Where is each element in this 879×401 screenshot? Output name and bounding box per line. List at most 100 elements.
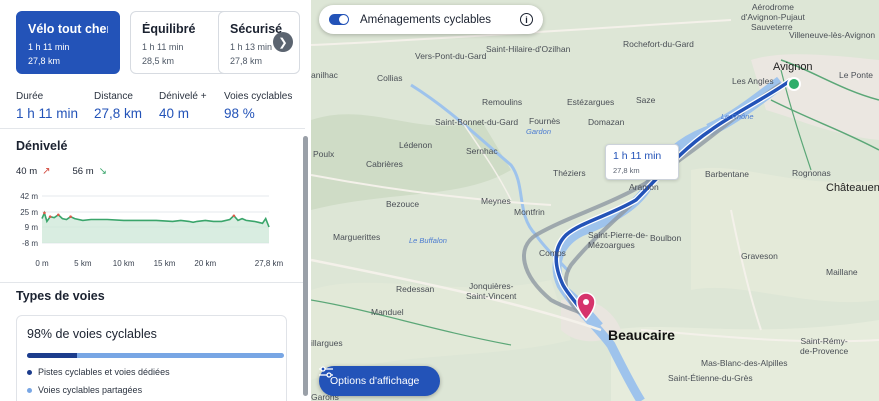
place-label: Mas-Blanc-des-Alpilles bbox=[701, 358, 788, 368]
info-icon[interactable]: i bbox=[520, 13, 533, 26]
stat-distance: Distance 27,8 km bbox=[94, 91, 142, 121]
place-label: Sauveterre bbox=[751, 22, 793, 32]
stat-cycle-lanes: Voies cyclables 98 % bbox=[224, 91, 292, 121]
y-tick-label: -8 m bbox=[22, 239, 38, 248]
place-label: Lédenon bbox=[399, 140, 433, 150]
stat-label: Dénivelé + bbox=[159, 91, 207, 102]
route-option-distance: 27,8 km bbox=[230, 56, 263, 66]
tooltip-time: 1 h 11 min bbox=[613, 150, 662, 162]
route-option-distance: 27,8 km bbox=[28, 56, 61, 66]
stat-value: 98 % bbox=[224, 106, 255, 121]
place-label: Saze bbox=[636, 95, 656, 105]
x-tick-label: 15 km bbox=[154, 259, 176, 268]
place-label: Graveson bbox=[741, 251, 778, 261]
place-label: Sernhac bbox=[466, 146, 498, 156]
place-label: Beaucaire bbox=[608, 327, 675, 343]
place-label: Collias bbox=[377, 73, 403, 83]
place-label: Avignon bbox=[773, 61, 813, 73]
legend-item-dedicated: Pistes cyclables et voies dédiées bbox=[27, 367, 276, 377]
place-label: Estézargues bbox=[567, 97, 615, 107]
place-label: Saint-Hilaire-d'Ozilhan bbox=[486, 44, 571, 54]
place-label: Cabrières bbox=[366, 159, 403, 169]
elevation-point bbox=[69, 215, 72, 218]
route-option-all-terrain[interactable]: Vélo tout chemin 1 h 11 min 27,8 km bbox=[16, 11, 120, 74]
elevation-gain: 40 m ↗ bbox=[16, 166, 51, 177]
place-label: Domazan bbox=[588, 117, 625, 127]
route-option-distance: 28,5 km bbox=[142, 56, 175, 66]
place-label: Les Angles bbox=[732, 76, 774, 86]
stat-duration: Durée 1 h 11 min bbox=[16, 91, 78, 121]
place-label: Saint-Pierre-de- Mézoargues bbox=[588, 230, 648, 250]
water-label: Le Buffalon bbox=[409, 236, 447, 245]
stat-label: Voies cyclables bbox=[224, 91, 293, 102]
stat-label: Distance bbox=[94, 91, 133, 102]
place-label: Saint-Étienne-du-Grès bbox=[668, 373, 753, 383]
route-option-time: 1 h 11 min bbox=[28, 42, 70, 52]
place-label: Théziers bbox=[553, 168, 586, 178]
place-label: illargues bbox=[311, 338, 343, 348]
place-label: Vers-Pont-du-Gard bbox=[415, 51, 487, 61]
elevation-loss-value: 56 m bbox=[72, 166, 94, 177]
legend-label: Voies cyclables partagées bbox=[38, 385, 143, 395]
chart-y-axis: 42 m 25 m 9 m -8 m bbox=[20, 192, 38, 248]
display-options-label: Options d'affichage bbox=[330, 375, 420, 387]
place-label: anilhac bbox=[311, 70, 338, 80]
elevation-title: Dénivelé bbox=[16, 139, 68, 153]
chevron-right-icon[interactable]: ❯ bbox=[273, 32, 293, 52]
elevation-point bbox=[48, 215, 52, 218]
stat-value: 1 h 11 min bbox=[16, 106, 79, 121]
place-label: Châteauena bbox=[826, 182, 879, 194]
place-label: Rognonas bbox=[792, 168, 831, 178]
chart-x-axis: 0 m 5 km 10 km 15 km 20 km 27,8 km bbox=[35, 259, 283, 268]
panel-scrollbar[interactable] bbox=[303, 136, 308, 396]
route-panel: Vélo tout chemin 1 h 11 min 27,8 km Équi… bbox=[0, 0, 305, 401]
place-label: Bezouce bbox=[386, 199, 420, 209]
route-option-name: Équilibré bbox=[142, 22, 196, 36]
divider bbox=[0, 282, 305, 283]
cycle-layer-label: Aménagements cyclables bbox=[360, 13, 492, 26]
arrow-up-right-icon: ↗ bbox=[42, 166, 51, 177]
place-label: Villeneuve-lès-Avignon bbox=[789, 30, 876, 40]
place-label: Rochefort-du-Gard bbox=[623, 39, 694, 49]
route-option-time: 1 h 11 min bbox=[142, 42, 184, 52]
place-label: Boulbon bbox=[650, 233, 682, 243]
place-label: Poulx bbox=[313, 149, 335, 159]
types-card: 98% de voies cyclables Pistes cyclables … bbox=[16, 315, 287, 401]
arrow-down-right-icon: ↘ bbox=[98, 166, 108, 177]
place-label: Le Ponte bbox=[839, 70, 874, 80]
types-percent-label: 98% de voies cyclables bbox=[27, 327, 157, 341]
place-label: Aérodrome d'Avignon-Pujaut bbox=[741, 2, 805, 22]
divider bbox=[0, 128, 305, 129]
types-title: Types de voies bbox=[16, 289, 105, 303]
elevation-loss: 56 m ↘ bbox=[73, 166, 108, 177]
cycle-layer-toggle-bar: Aménagements cyclables i bbox=[319, 5, 543, 34]
elevation-point bbox=[57, 213, 60, 217]
place-label: Montfrin bbox=[514, 207, 545, 217]
x-tick-label: 5 km bbox=[74, 259, 92, 268]
route-option-name: Vélo tout chemin bbox=[28, 22, 108, 36]
elevation-point bbox=[43, 211, 46, 215]
place-label: Marguerittes bbox=[333, 232, 381, 242]
place-label: Remoulins bbox=[482, 97, 523, 107]
cycle-layer-toggle[interactable] bbox=[329, 14, 349, 25]
elevation-gain-value: 40 m bbox=[16, 166, 38, 177]
stat-value: 27,8 km bbox=[94, 106, 143, 121]
water-label: Gardon bbox=[526, 127, 552, 136]
stat-elevation-gain: Dénivelé + 40 m bbox=[159, 91, 207, 121]
start-point-icon[interactable] bbox=[787, 77, 801, 91]
route-tooltip[interactable]: 1 h 11 min 27,8 km bbox=[605, 144, 679, 180]
x-tick-label: 27,8 km bbox=[255, 259, 284, 268]
types-progress-dedicated bbox=[27, 353, 77, 358]
display-options-button[interactable]: Options d'affichage bbox=[319, 366, 440, 396]
types-progress-bar bbox=[27, 353, 284, 358]
map-view[interactable]: Aérodrome d'Avignon-Pujaut Villeneuve-lè… bbox=[311, 0, 879, 401]
y-tick-label: 42 m bbox=[20, 192, 38, 201]
place-label: Fournès bbox=[529, 116, 561, 126]
legend-dot-icon bbox=[27, 369, 32, 375]
elevation-chart: 42 m 25 m 9 m -8 m 0 m 5 km 10 km 15 km 20 km 27… bbox=[20, 192, 283, 268]
place-label: Manduel bbox=[371, 307, 404, 317]
legend-label: Pistes cyclables et voies dédiées bbox=[38, 367, 170, 377]
x-tick-label: 10 km bbox=[113, 259, 135, 268]
place-label: Maillane bbox=[826, 267, 858, 277]
y-tick-label: 25 m bbox=[20, 208, 38, 217]
